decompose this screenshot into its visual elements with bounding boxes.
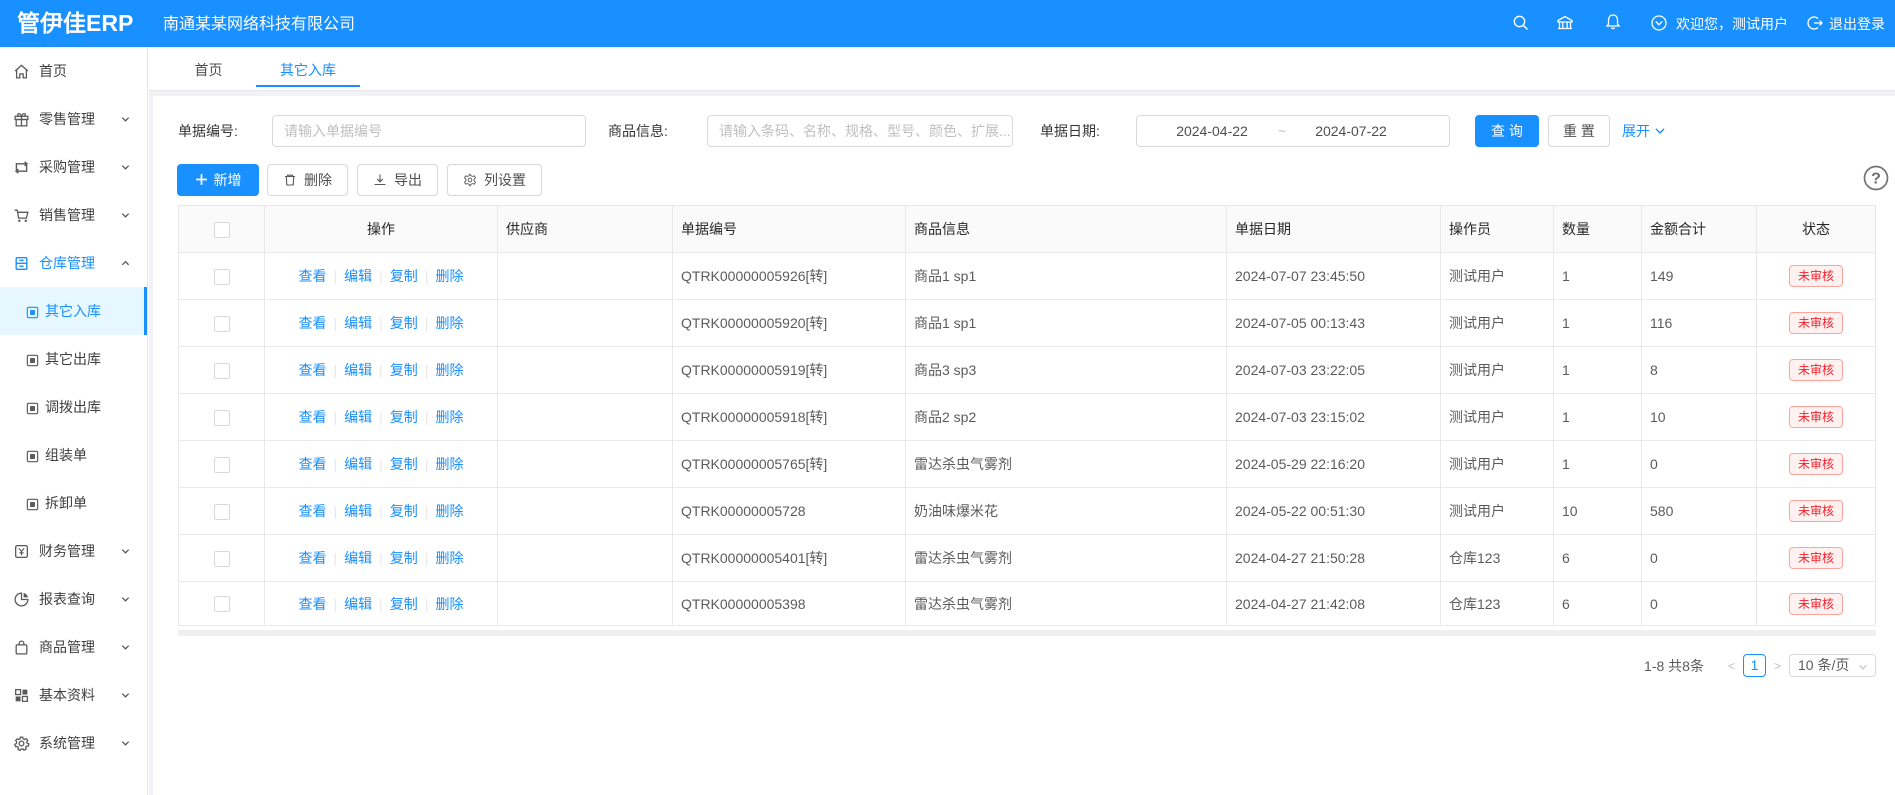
svg-text:?: ? [1871, 171, 1881, 188]
